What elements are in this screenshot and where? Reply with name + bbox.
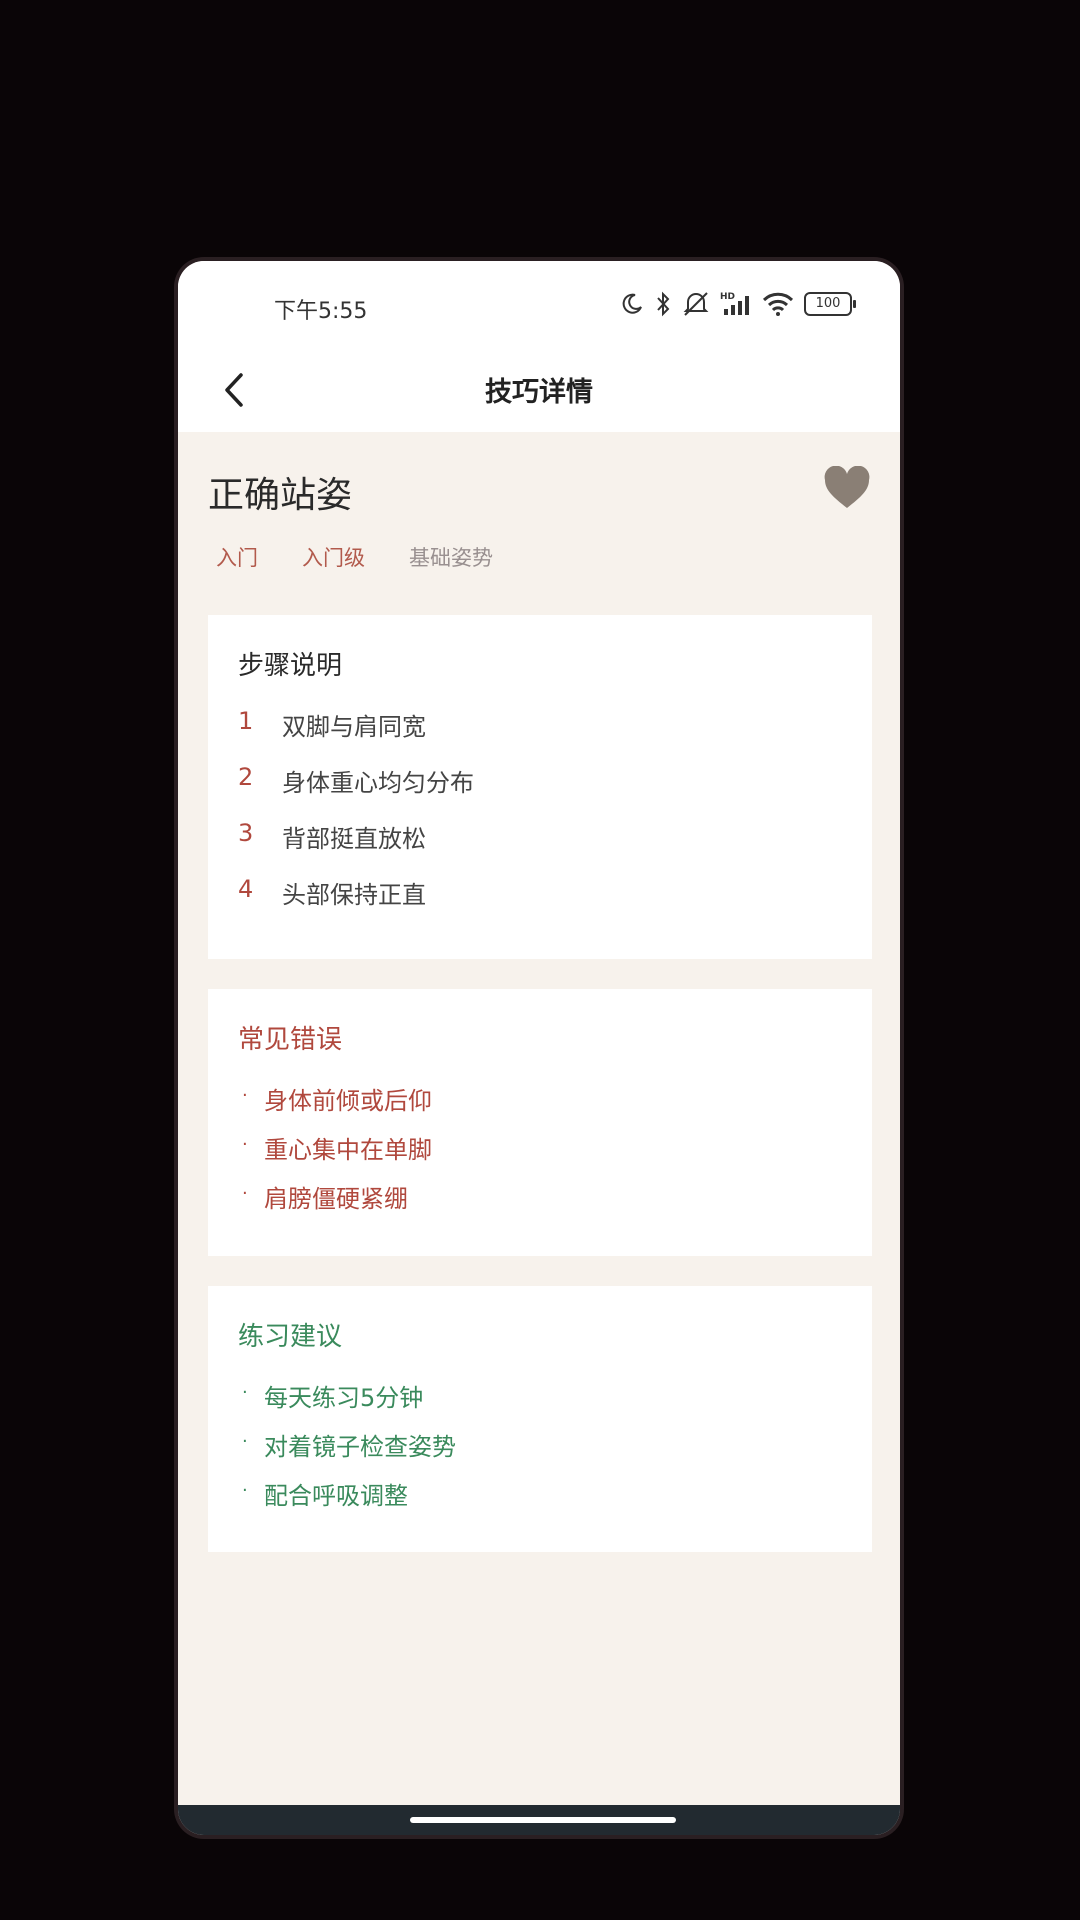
tip-text: 对着镜子检查姿势 bbox=[264, 1433, 456, 1461]
status-icons: HD 100 bbox=[620, 291, 856, 317]
step-text: 头部保持正直 bbox=[282, 881, 426, 909]
step-number: 2 bbox=[238, 763, 254, 791]
mistake-item: · 身体前倾或后仰 bbox=[242, 1081, 432, 1116]
mistake-text: 身体前倾或后仰 bbox=[264, 1087, 432, 1115]
step-number: 3 bbox=[238, 819, 254, 847]
bullet: · bbox=[242, 1480, 248, 1501]
step-text: 身体重心均匀分布 bbox=[282, 769, 474, 797]
moon-icon bbox=[622, 293, 642, 314]
tag-difficulty: 入门 bbox=[216, 546, 258, 570]
page-title: 技巧详情 bbox=[485, 377, 593, 408]
tag-level: 入门级 bbox=[302, 546, 365, 570]
home-indicator[interactable] bbox=[410, 1817, 676, 1823]
steps-title: 步骤说明 bbox=[238, 651, 343, 681]
heart-icon[interactable] bbox=[823, 466, 871, 510]
mistakes-title: 常见错误 bbox=[238, 1025, 343, 1055]
battery-icon: 100 bbox=[804, 292, 856, 316]
signal-icon: HD bbox=[720, 292, 749, 315]
step-text: 背部挺直放松 bbox=[282, 825, 426, 853]
skill-title: 正确站姿 bbox=[208, 475, 353, 516]
tag-category: 基础姿势 bbox=[409, 546, 493, 570]
bullet: · bbox=[242, 1134, 248, 1155]
mistakes-card: 常见错误 · 身体前倾或后仰 · 重心集中在单脚 · 肩膀僵硬紧绷 bbox=[208, 989, 872, 1256]
tip-item: · 配合呼吸调整 bbox=[242, 1476, 408, 1511]
mistake-item: · 肩膀僵硬紧绷 bbox=[242, 1179, 408, 1214]
mistake-text: 重心集中在单脚 bbox=[264, 1136, 432, 1164]
tip-text: 每天练习5分钟 bbox=[264, 1384, 424, 1412]
mute-icon bbox=[683, 292, 709, 316]
tips-card: 练习建议 · 每天练习5分钟 · 对着镜子检查姿势 · 配合呼吸调整 bbox=[208, 1286, 872, 1552]
bullet: · bbox=[242, 1431, 248, 1452]
app-bar: 技巧详情 bbox=[178, 346, 900, 432]
status-bar: 下午5:55 HD 100 bbox=[178, 261, 900, 346]
screen: 下午5:55 HD 100 技巧详情 正确站姿 入门 入门级 基础姿势 步骤说明… bbox=[178, 261, 900, 1835]
tag-list: 入门 入门级 基础姿势 bbox=[216, 542, 537, 572]
steps-card: 步骤说明 1 双脚与肩同宽 2 身体重心均匀分布 3 背部挺直放松 4 头部保持… bbox=[208, 615, 872, 959]
tips-title: 练习建议 bbox=[238, 1322, 343, 1352]
bullet: · bbox=[242, 1085, 248, 1106]
bluetooth-icon bbox=[657, 291, 670, 317]
svg-text:HD: HD bbox=[720, 292, 735, 302]
step-item: 1 双脚与肩同宽 bbox=[238, 707, 426, 742]
step-item: 4 头部保持正直 bbox=[238, 875, 426, 910]
step-text: 双脚与肩同宽 bbox=[282, 713, 426, 741]
bullet: · bbox=[242, 1183, 248, 1204]
step-item: 2 身体重心均匀分布 bbox=[238, 763, 474, 798]
tip-text: 配合呼吸调整 bbox=[264, 1482, 408, 1510]
mistake-item: · 重心集中在单脚 bbox=[242, 1130, 432, 1165]
wifi-icon bbox=[762, 292, 794, 316]
step-number: 1 bbox=[238, 707, 254, 735]
step-item: 3 背部挺直放松 bbox=[238, 819, 426, 854]
tip-item: · 对着镜子检查姿势 bbox=[242, 1427, 456, 1462]
navigation-bar bbox=[178, 1805, 900, 1835]
bullet: · bbox=[242, 1382, 248, 1403]
mistake-text: 肩膀僵硬紧绷 bbox=[264, 1185, 408, 1213]
status-time: 下午5:55 bbox=[274, 299, 368, 324]
step-number: 4 bbox=[238, 875, 254, 903]
phone-frame: 下午5:55 HD 100 技巧详情 正确站姿 入门 入门级 基础姿势 步骤说明… bbox=[174, 257, 904, 1839]
tip-item: · 每天练习5分钟 bbox=[242, 1378, 423, 1413]
